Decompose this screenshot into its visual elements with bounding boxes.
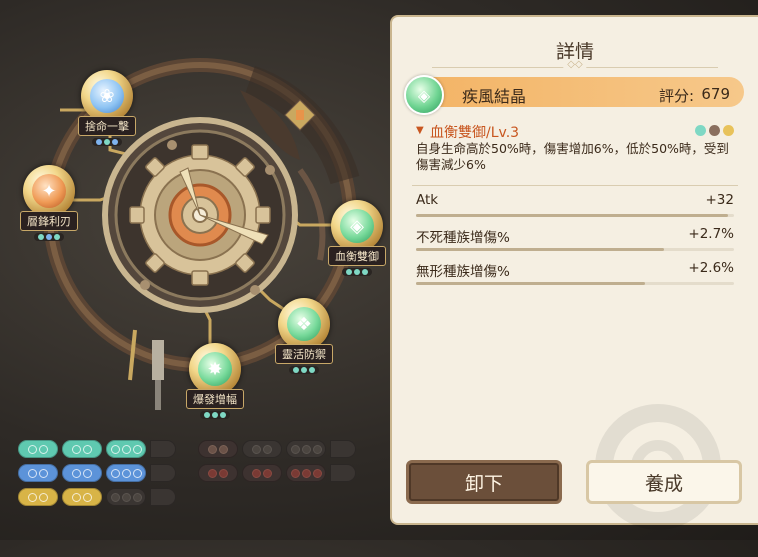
node-label: 層鋒利刃 <box>20 211 78 231</box>
stat-value: +2.6% <box>688 260 734 276</box>
slot-pill <box>150 488 176 506</box>
stat-label: 無形種族增傷% <box>416 264 510 280</box>
stat-bar <box>416 282 734 285</box>
skill-description: 自身生命高於50%時，傷害增加6%，低於50%時，受到傷害減少6% <box>416 141 729 172</box>
node-label: 爆發增幅 <box>186 389 244 409</box>
item-score: 679 <box>701 85 730 103</box>
node-orb: ❀ <box>81 70 133 122</box>
skill-dot <box>723 125 734 136</box>
node-slot-dots <box>289 366 319 374</box>
slot-pill[interactable] <box>18 488 58 506</box>
slot-pill <box>286 464 326 482</box>
burst-icon: ✸ <box>198 352 232 386</box>
node-orb: ❖ <box>278 298 330 350</box>
slot-pill[interactable] <box>18 464 58 482</box>
stat-bar <box>416 214 734 217</box>
wind-icon: ❀ <box>90 79 124 113</box>
slot-pill <box>330 440 356 458</box>
gear-node[interactable]: ◈ 血衡雙御 <box>328 200 386 276</box>
gear-node[interactable]: ❖ 靈活防禦 <box>275 298 333 374</box>
item-score-label: 評分: <box>658 87 694 105</box>
slot-inventory-right <box>198 440 356 488</box>
node-label: 血衡雙御 <box>328 246 386 266</box>
gear-board: ❀ 捨命一擊 ✦ 層鋒利刃 ◈ 血衡雙御 ❖ 靈活防禦 ✸ 爆發增幅 <box>0 0 390 430</box>
slot-pill[interactable] <box>106 464 146 482</box>
blade-icon: ✦ <box>32 174 66 208</box>
skill-dot <box>695 125 706 136</box>
skill-dot <box>709 125 720 136</box>
node-slot-dots <box>200 411 230 419</box>
slot-pill <box>198 440 238 458</box>
stat-row: 不死種族增傷% +2.7% <box>416 226 734 251</box>
train-button[interactable]: 養成 <box>586 460 742 504</box>
slot-pill <box>198 464 238 482</box>
slot-pill[interactable] <box>106 440 146 458</box>
divider <box>412 185 738 186</box>
slot-inventory-left <box>18 440 176 512</box>
node-orb: ✦ <box>23 165 75 217</box>
slot-pill[interactable] <box>62 464 102 482</box>
item-name: 疾風結晶 <box>462 87 527 106</box>
slot-pill <box>106 488 146 506</box>
stat-value: +32 <box>705 192 735 208</box>
slot-pill <box>330 464 356 482</box>
details-panel: 詳情 ◈ 疾風結晶 評分: 679 ▼ 血衡雙御/Lv.3 自身生命高於50%時… <box>390 15 758 530</box>
triangle-down-icon: ▼ <box>416 125 424 136</box>
slot-pill <box>242 464 282 482</box>
node-label: 捨命一擊 <box>78 116 136 136</box>
node-orb: ✸ <box>189 343 241 395</box>
stat-label: 不死種族增傷% <box>416 230 510 246</box>
gear-node[interactable]: ❀ 捨命一擊 <box>78 70 136 146</box>
node-orb: ◈ <box>331 200 383 252</box>
stat-row: 無形種族增傷% +2.6% <box>416 260 734 285</box>
node-label: 靈活防禦 <box>275 344 333 364</box>
slot-pill[interactable] <box>18 440 58 458</box>
shield-icon: ❖ <box>287 307 321 341</box>
node-slot-dots <box>342 268 372 276</box>
stat-row: Atk +32 <box>416 192 735 217</box>
slot-pill <box>242 440 282 458</box>
stat-bar <box>416 248 734 251</box>
stat-value: +2.7% <box>688 226 734 242</box>
crystal-icon: ◈ <box>404 75 444 115</box>
node-slot-dots <box>34 233 64 241</box>
slot-pill[interactable] <box>62 440 102 458</box>
gear-node[interactable]: ✸ 爆發增幅 <box>186 343 244 419</box>
slot-pill <box>150 464 176 482</box>
skill-name: 血衡雙御/Lv.3 <box>430 125 520 141</box>
slot-pill <box>150 440 176 458</box>
slot-pill <box>286 440 326 458</box>
title-ornament <box>432 67 718 68</box>
skill-color-dots <box>695 125 734 136</box>
gear-node[interactable]: ✦ 層鋒利刃 <box>20 165 78 241</box>
slot-pill[interactable] <box>62 488 102 506</box>
crystal-icon: ◈ <box>340 209 374 243</box>
node-slot-dots <box>92 138 122 146</box>
unequip-button[interactable]: 卸下 <box>406 460 562 504</box>
stat-label: Atk <box>416 192 439 208</box>
